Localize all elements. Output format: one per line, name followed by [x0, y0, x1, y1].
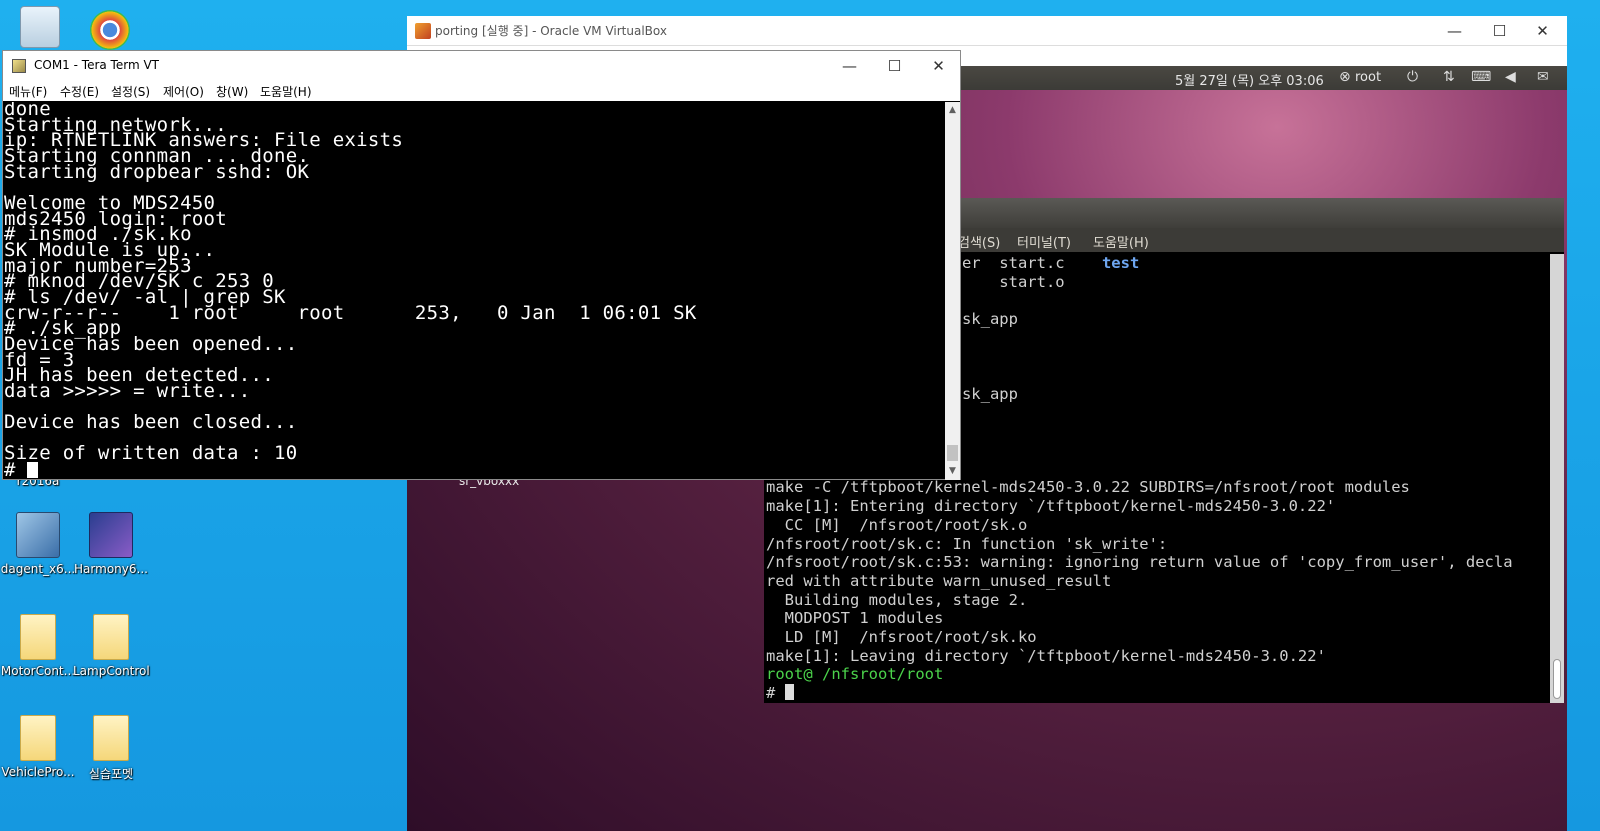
tt-cursor	[27, 462, 39, 479]
virtualbox-title: porting [실행 중] - Oracle VM VirtualBox	[435, 24, 667, 38]
virtualbox-icon	[415, 23, 431, 39]
volume-icon[interactable]: ◀	[1505, 69, 1516, 85]
desktop-icon-label: 실습포멧	[88, 767, 134, 781]
tt-close-button[interactable]: ✕	[916, 51, 961, 81]
teraterm-output[interactable]: done Starting network... ip: RTNETLINK a…	[4, 102, 944, 480]
gterm-line: make -C /tftpboot/kernel-mds2450-3.0.22 …	[766, 478, 1410, 497]
panel-clock[interactable]: 5월 27일 (목) 오후 03:06	[1175, 70, 1324, 89]
folder-icon	[20, 715, 56, 761]
teraterm-window[interactable]: COM1 - Tera Term VT — ☐ ✕ 메뉴(F) 수정(E) 설정…	[2, 50, 961, 480]
tt-line: Device has been closed...	[4, 411, 298, 434]
tt-menu-file[interactable]: 메뉴(F)	[9, 83, 47, 100]
user-status-icon[interactable]: ⊗	[1339, 69, 1351, 85]
tt-line: Starting dropbear sshd: OK	[4, 160, 310, 183]
tt-scroll-thumb[interactable]	[947, 445, 958, 461]
tt-line: data >>>>> = write...	[4, 379, 251, 402]
gterm-line: LD [M] /nfsroot/root/sk.ko	[766, 628, 1037, 647]
gterm-highlight-file: test	[1101, 254, 1140, 272]
gterm-scroll-thumb[interactable]	[1553, 659, 1561, 699]
tt-line: Size of written data : 10	[4, 442, 298, 465]
desktop-icon-dagent[interactable]: dagent_x6...	[0, 512, 76, 576]
folder-icon	[93, 614, 129, 660]
gterm-line: /nfsroot/root/sk.c:53: warning: ignoring…	[766, 553, 1513, 572]
gterm-line: Building modules, stage 2.	[766, 590, 1028, 609]
keyboard-icon[interactable]: ⌨	[1471, 69, 1491, 85]
teraterm-icon	[12, 59, 26, 73]
desktop-icon-motorcontrol[interactable]: MotorCont...	[0, 614, 76, 678]
gterm-line: make[1]: Entering directory `/tftpboot/k…	[766, 497, 1336, 516]
panel-user[interactable]: root	[1355, 70, 1381, 85]
gterm-prompt-symbol: #	[766, 684, 785, 703]
desktop-icon-practice-format[interactable]: 실습포멧	[73, 715, 149, 782]
tt-menu-edit[interactable]: 수정(E)	[60, 83, 99, 100]
gterm-line: CC [M] /nfsroot/root/sk.o	[766, 515, 1028, 534]
tt-maximize-button[interactable]: ☐	[872, 51, 917, 81]
installer-icon	[16, 512, 60, 558]
gterm-prompt-path: /nfsroot/root	[812, 665, 944, 684]
desktop-icon-label: Harmony6...	[74, 562, 148, 576]
vbox-maximize-button[interactable]: ☐	[1477, 16, 1522, 46]
mail-icon[interactable]: ✉	[1537, 69, 1549, 85]
desktop-icon-lampcontrol[interactable]: LampControl	[73, 614, 150, 678]
gterm-line: make[1]: Leaving directory `/tftpboot/ke…	[766, 646, 1326, 665]
desktop-icon-vehiclepro[interactable]: VehiclePro...	[0, 715, 76, 779]
gterm-cursor	[784, 684, 794, 701]
gnome-terminal-scrollbar[interactable]	[1550, 254, 1564, 703]
tt-menu-control[interactable]: 제어(O)	[163, 83, 204, 100]
gterm-line: red with attribute warn_unused_result	[766, 571, 1112, 590]
recycle-bin-shortcut[interactable]	[2, 6, 78, 52]
vbox-minimize-button[interactable]: —	[1432, 16, 1477, 46]
tt-menu-help[interactable]: 도움말(H)	[260, 83, 312, 100]
teraterm-menubar: 메뉴(F) 수정(E) 설정(S) 제어(O) 창(W) 도움말(H)	[3, 81, 960, 101]
teraterm-scrollbar[interactable]: ▲ ▼	[945, 102, 960, 480]
tt-menu-window[interactable]: 창(W)	[216, 83, 248, 100]
gterm-line: MODPOST 1 modules	[766, 609, 944, 628]
tt-minimize-button[interactable]: —	[827, 51, 872, 81]
tt-menu-setup[interactable]: 설정(S)	[111, 83, 150, 100]
scroll-up-arrow-icon[interactable]: ▲	[945, 102, 960, 119]
desktop-icon-label: MotorCont...	[0, 664, 76, 678]
gterm-menu-help[interactable]: 도움말(H)	[1093, 232, 1149, 251]
harmony-app-icon	[89, 512, 133, 558]
desktop-icon-label: VehiclePro...	[1, 765, 75, 779]
network-icon[interactable]: ⇅	[1443, 69, 1455, 85]
tt-prompt: #	[4, 459, 28, 480]
chrome-icon	[90, 10, 130, 50]
power-icon[interactable]: ⏻	[1407, 69, 1418, 85]
vbox-close-button[interactable]: ✕	[1520, 16, 1565, 46]
desktop-icon-harmony[interactable]: Harmony6...	[73, 512, 149, 576]
scroll-down-arrow-icon[interactable]: ▼	[945, 463, 960, 480]
teraterm-title: COM1 - Tera Term VT	[34, 58, 159, 72]
folder-icon	[20, 614, 56, 660]
gterm-prompt-user: root@	[766, 665, 813, 684]
gterm-menu-terminal[interactable]: 터미널(T)	[1017, 232, 1071, 251]
desktop-icon-label: LampControl	[73, 664, 150, 678]
gterm-menu-search[interactable]: 검색(S)	[958, 232, 1000, 251]
virtualbox-title-bar[interactable]: porting [실행 중] - Oracle VM VirtualBox — …	[407, 16, 1567, 46]
teraterm-title-bar[interactable]: COM1 - Tera Term VT — ☐ ✕	[3, 51, 960, 81]
desktop-icon-label: dagent_x6...	[0, 562, 76, 576]
folder-icon	[93, 715, 129, 761]
gterm-line: /nfsroot/root/sk.c: In function 'sk_writ…	[766, 534, 1168, 553]
recycle-bin-icon	[20, 6, 60, 48]
chrome-shortcut[interactable]	[72, 10, 148, 54]
